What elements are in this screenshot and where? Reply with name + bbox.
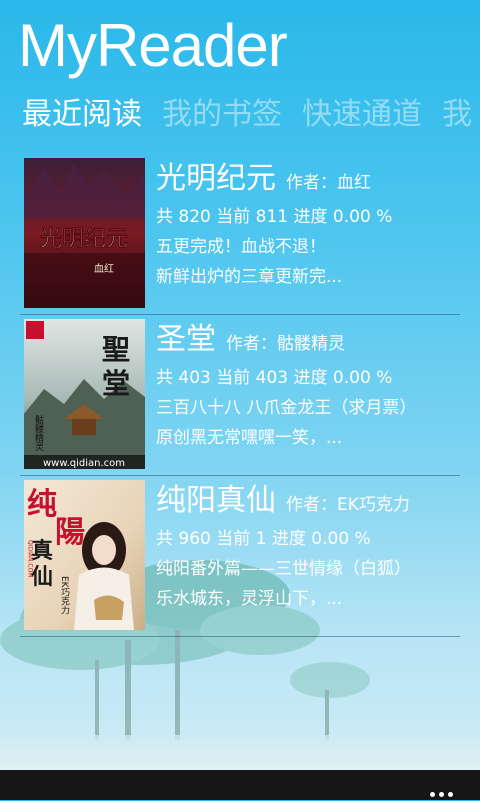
book-latest-chapter: 三百八十八 八爪金龙王（求月票）	[156, 398, 417, 418]
book-author: 作者：骷髅精灵	[226, 334, 345, 354]
pivot-tab-recent[interactable]: 最近阅读	[22, 92, 142, 138]
cover-title-text: 纯	[27, 487, 57, 522]
book-latest-chapter: 五更完成！血战不退！	[156, 237, 326, 257]
cover-title-text: 光明纪元	[39, 226, 128, 252]
book-item[interactable]: 聖 堂 骷髅精灵 www.qidian.com 圣堂 作者：骷髅精灵 共 403 …	[20, 317, 460, 476]
app-title: MyReader	[18, 12, 288, 79]
cover-author-text: 血红	[94, 262, 114, 275]
dot	[430, 792, 435, 797]
dot	[439, 792, 444, 797]
book-title: 光明纪元	[156, 161, 276, 196]
pivot-header: 最近阅读 我的书签 快速通道我	[22, 92, 480, 138]
cover-site-text: www.qidian.com	[43, 458, 125, 469]
book-item[interactable]: 光明纪元 血红 光明纪元 作者：血红 共 820 当前 811 进度 0.00 %…	[20, 156, 460, 315]
cover-title-text: 陽	[55, 515, 85, 550]
cover-title-text: 真	[31, 538, 53, 564]
book-cover: 聖 堂 骷髅精灵 www.qidian.com	[24, 319, 145, 469]
cover-site-text: QIDIAN.COM	[27, 540, 34, 577]
book-excerpt: 原创黑无常嘿嘿一笑，...	[156, 428, 343, 448]
dot	[448, 792, 453, 797]
book-cover: 光明纪元 血红	[24, 158, 145, 308]
cover-title-text: 堂	[102, 367, 130, 400]
book-excerpt: 乐水城东，灵浮山下，...	[156, 589, 343, 609]
book-progress: 共 820 当前 811 进度 0.00 %	[156, 207, 393, 227]
book-item[interactable]: 纯 陽 真 仙 EK巧克力 QIDIAN.COM 纯阳真仙 作者：EK巧克力 共 …	[20, 478, 460, 637]
book-author: 作者：血红	[286, 173, 371, 193]
recent-books-list: 光明纪元 血红 光明纪元 作者：血红 共 820 当前 811 进度 0.00 %…	[20, 156, 460, 639]
pivot-tab-quick-access[interactable]: 快速通道	[302, 92, 422, 138]
pivot-tab-bookmarks[interactable]: 我的书签	[162, 92, 282, 138]
pivot-tab-partial[interactable]: 我	[442, 92, 472, 138]
book-author: 作者：EK巧克力	[286, 495, 410, 515]
book-progress: 共 403 当前 403 进度 0.00 %	[156, 368, 393, 388]
cover-author-text: EK巧克力	[59, 576, 70, 616]
book-progress: 共 960 当前 1 进度 0.00 %	[156, 529, 371, 549]
book-title: 圣堂	[156, 322, 216, 357]
book-excerpt: 新鲜出炉的三章更新完...	[156, 267, 343, 287]
book-cover: 纯 陽 真 仙 EK巧克力 QIDIAN.COM	[24, 480, 145, 630]
book-latest-chapter: 纯阳番外篇——三世情缘（白狐）	[156, 559, 411, 579]
cover-title-text: 聖	[102, 333, 130, 366]
application-bar	[0, 770, 480, 800]
cover-author-text: 骷髅精灵	[33, 414, 44, 452]
cover-title-text: 仙	[31, 564, 53, 590]
more-dots-icon[interactable]	[430, 782, 458, 797]
book-title: 纯阳真仙	[156, 483, 276, 518]
